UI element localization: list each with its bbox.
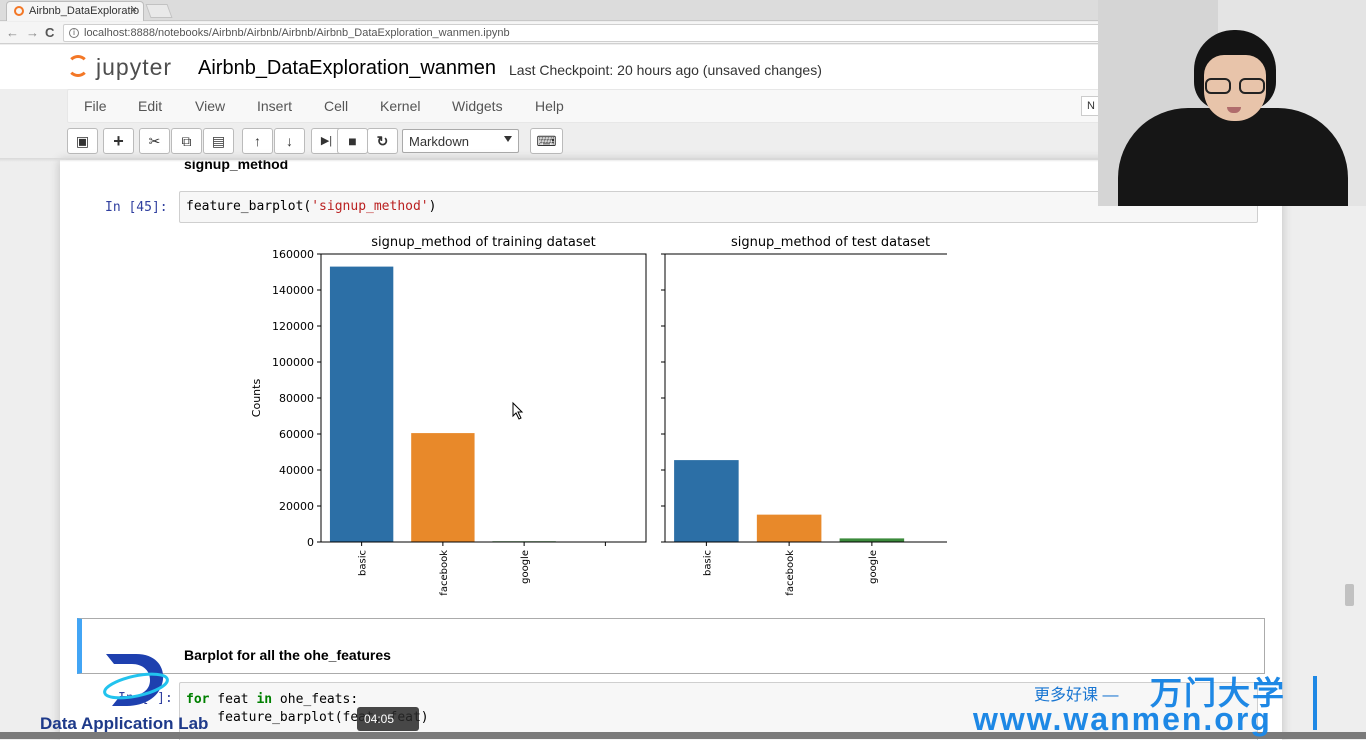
bar-basic bbox=[674, 460, 739, 542]
code-keyword-in: in bbox=[256, 692, 273, 707]
save-icon: ▣ bbox=[75, 133, 90, 149]
jupyter-logo-text: jupyter bbox=[96, 54, 173, 80]
barplot-figure: signup_method of training dataset Counts… bbox=[250, 235, 997, 596]
notebook-title[interactable]: Airbnb_DataExploration_wanmen bbox=[198, 57, 496, 80]
input-prompt: In [45]: bbox=[105, 200, 168, 215]
back-arrow-icon[interactable]: ← bbox=[6, 25, 19, 40]
cell-output-plot: signup_method of training dataset Counts… bbox=[187, 232, 997, 617]
watermark-url: www.wanmen.org bbox=[973, 701, 1272, 737]
menu-view[interactable]: View bbox=[195, 98, 225, 114]
watermark-divider bbox=[1313, 676, 1317, 730]
copy-button[interactable]: ⧉ bbox=[171, 128, 202, 154]
y-tick-label: 140000 bbox=[272, 284, 314, 297]
y-tick-label: 120000 bbox=[272, 320, 314, 333]
run-icon: ▶| bbox=[320, 135, 333, 147]
axes-test: signup_method of test dataset basic faceb… bbox=[661, 235, 997, 596]
insert-cell-button[interactable]: + bbox=[103, 128, 134, 154]
command-palette-button[interactable]: ⌨ bbox=[530, 128, 563, 154]
y-tick-label: 20000 bbox=[279, 500, 314, 513]
paste-icon: ▤ bbox=[211, 133, 226, 149]
save-button[interactable]: ▣ bbox=[67, 128, 98, 154]
jupyter-logo[interactable]: jupyter bbox=[66, 52, 176, 82]
arrow-down-icon: ↓ bbox=[286, 133, 293, 149]
y-tick-label: 100000 bbox=[272, 356, 314, 369]
x-tick-label: google bbox=[520, 550, 531, 584]
bar-facebook bbox=[411, 433, 475, 542]
keyboard-icon: ⌨ bbox=[536, 133, 557, 149]
x-tick-label: facebook bbox=[785, 550, 796, 596]
dal-logo-text: Data Application Lab bbox=[40, 714, 209, 733]
move-down-button[interactable]: ↓ bbox=[274, 128, 305, 154]
data-application-lab-logo: Data Application Lab bbox=[38, 650, 258, 739]
code-function: feature_barplot( bbox=[186, 199, 312, 214]
presenter-glasses bbox=[1205, 78, 1267, 96]
bar-google bbox=[839, 538, 905, 542]
forward-arrow-icon[interactable]: → bbox=[26, 25, 39, 40]
cell-type-select[interactable]: Markdown bbox=[402, 129, 519, 153]
video-timestamp: 04:05 bbox=[357, 707, 419, 731]
code-string: 'signup_method' bbox=[311, 199, 429, 214]
page-scrollbar-thumb[interactable] bbox=[1345, 584, 1354, 606]
info-icon: i bbox=[69, 28, 79, 38]
url-input[interactable]: i localhost:8888/notebooks/Airbnb/Airbnb… bbox=[63, 24, 1103, 42]
mouse-cursor-icon bbox=[512, 401, 524, 420]
stop-icon: ■ bbox=[348, 133, 357, 149]
code-iterable: ohe_feats: bbox=[272, 692, 359, 707]
menu-bar: File Edit View Insert Cell Kernel Widget… bbox=[67, 89, 1107, 123]
menu-insert[interactable]: Insert bbox=[257, 98, 292, 114]
new-tab-button[interactable] bbox=[145, 4, 173, 18]
y-tick-label: 60000 bbox=[279, 428, 314, 441]
menu-kernel[interactable]: Kernel bbox=[380, 98, 420, 114]
y-tick-label: 80000 bbox=[279, 392, 314, 405]
y-tick-label: 160000 bbox=[272, 248, 314, 261]
chart-title-training: signup_method of training dataset bbox=[371, 235, 596, 250]
scissors-icon: ✂ bbox=[148, 133, 161, 149]
menu-widgets[interactable]: Widgets bbox=[452, 98, 503, 114]
code-cell-input[interactable]: feature_barplot('signup_method') bbox=[179, 191, 1258, 223]
cut-button[interactable]: ✂ bbox=[139, 128, 170, 154]
menu-edit[interactable]: Edit bbox=[138, 98, 162, 114]
tab-title: Airbnb_DataExploratio bbox=[29, 5, 140, 17]
jupyter-favicon-icon bbox=[14, 6, 24, 16]
y-tick-label: 40000 bbox=[279, 464, 314, 477]
restart-button[interactable]: ↻ bbox=[367, 128, 398, 154]
y-tick-label: 0 bbox=[307, 536, 314, 549]
dal-logo-icon bbox=[103, 654, 169, 706]
move-up-button[interactable]: ↑ bbox=[242, 128, 273, 154]
plus-icon: + bbox=[113, 131, 124, 151]
jupyter-logo-icon bbox=[67, 55, 89, 77]
url-text: localhost:8888/notebooks/Airbnb/Airbnb/A… bbox=[84, 27, 510, 39]
y-axis-label: Counts bbox=[250, 379, 263, 418]
reload-icon[interactable]: C bbox=[45, 25, 54, 40]
copy-icon: ⧉ bbox=[181, 133, 192, 149]
menu-help[interactable]: Help bbox=[535, 98, 564, 114]
arrow-up-icon: ↑ bbox=[254, 133, 261, 149]
tab-close-icon[interactable]: × bbox=[131, 4, 137, 16]
bar-facebook bbox=[756, 514, 822, 542]
paste-button[interactable]: ▤ bbox=[203, 128, 234, 154]
x-tick-label: google bbox=[868, 550, 879, 584]
cell-type-value: Markdown bbox=[409, 134, 469, 149]
code-close-paren: ) bbox=[428, 199, 437, 214]
browser-tab[interactable]: Airbnb_DataExploratio × bbox=[6, 1, 144, 21]
chart-title-test: signup_method of test dataset bbox=[731, 235, 930, 250]
bar-basic bbox=[329, 266, 394, 542]
x-tick-label: basic bbox=[358, 550, 369, 576]
presenter-body bbox=[1118, 108, 1348, 206]
x-tick-label: facebook bbox=[439, 550, 450, 596]
interrupt-button[interactable]: ■ bbox=[337, 128, 368, 154]
checkpoint-status: Last Checkpoint: 20 hours ago (unsaved c… bbox=[509, 62, 822, 78]
restart-icon: ↻ bbox=[376, 133, 389, 149]
webcam-video-overlay bbox=[1098, 0, 1366, 206]
menu-file[interactable]: File bbox=[84, 98, 107, 114]
axes-training: signup_method of training dataset Counts… bbox=[250, 235, 647, 596]
x-tick-label: basic bbox=[702, 550, 713, 576]
menu-cell[interactable]: Cell bbox=[324, 98, 348, 114]
chevron-down-icon bbox=[504, 136, 512, 142]
